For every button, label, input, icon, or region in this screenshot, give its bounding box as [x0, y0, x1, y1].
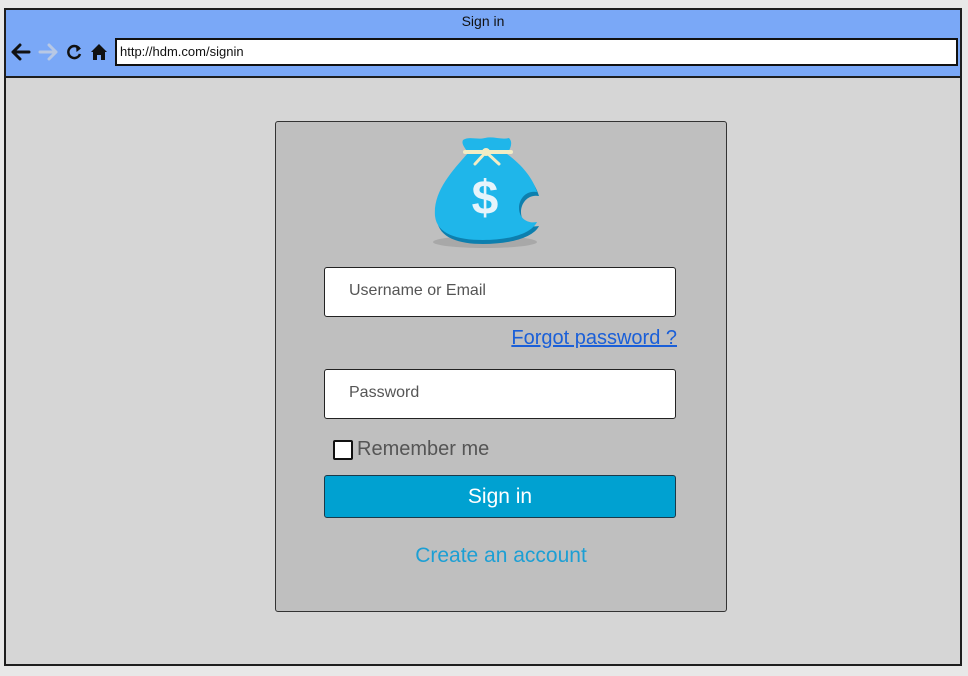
browser-window: Sign in http://hdm.com/signin $ Username… [4, 8, 962, 666]
dollar-sign: $ [472, 172, 499, 225]
remember-me-checkbox[interactable] [333, 439, 353, 460]
forgot-password-link[interactable]: Forgot password ? [511, 327, 677, 350]
url-input[interactable]: http://hdm.com/signin [115, 38, 958, 66]
reload-icon[interactable] [63, 41, 85, 63]
remember-me-label: Remember me [357, 438, 490, 460]
password-input[interactable]: Password [324, 369, 676, 419]
home-icon[interactable] [88, 41, 110, 63]
money-bag-icon: $ [429, 134, 545, 250]
login-card: $ Username or Email Forgot password ? Pa… [275, 121, 727, 612]
sign-in-button[interactable]: Sign in [324, 475, 676, 518]
username-input[interactable]: Username or Email [324, 267, 676, 317]
forward-arrow-icon[interactable] [37, 41, 59, 63]
back-arrow-icon[interactable] [10, 41, 32, 63]
browser-toolbar: Sign in http://hdm.com/signin [6, 10, 960, 78]
remember-me-row: Remember me [333, 438, 489, 461]
create-account-link[interactable]: Create an account [276, 544, 726, 568]
window-title: Sign in [461, 13, 505, 29]
